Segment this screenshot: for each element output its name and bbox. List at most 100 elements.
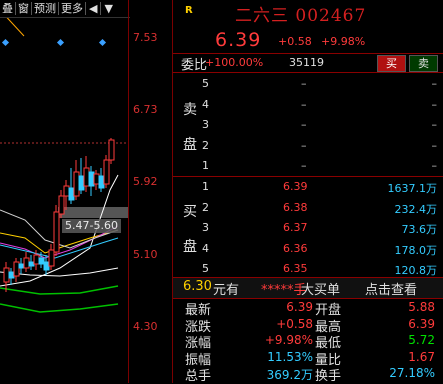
order-price: – (301, 118, 307, 131)
ask-row[interactable]: 4 – – (173, 95, 443, 115)
forecast-button[interactable]: 预测 (32, 0, 58, 17)
ratio-value: +100.00% (205, 56, 264, 69)
order-volume: 1637.1万 (387, 182, 438, 195)
ask-row[interactable]: 1 – – (173, 156, 443, 176)
candle-body (28, 261, 35, 267)
stat-label: 总手 (185, 369, 212, 384)
candle-body (98, 175, 105, 189)
ma120-line (0, 285, 119, 295)
candle-body (43, 261, 50, 271)
stat-value: 369.2万 (266, 368, 313, 382)
view-big-orders-link[interactable]: 点击查看 (365, 279, 417, 298)
bid-row[interactable]: 1 6.39 1637.1万 (173, 177, 443, 197)
price-tick: 6.73 (133, 103, 158, 116)
order-price: 6.35 (283, 262, 308, 275)
stats-row: 涨幅 +9.98% 最低 5.72 (173, 332, 443, 351)
play-left-icon[interactable]: ◀ (86, 0, 100, 17)
last-price: 6.39 (215, 29, 262, 51)
price-change-pct: +9.98% (321, 35, 366, 48)
ask-row[interactable]: 5 – – (173, 74, 443, 94)
big-order-bar[interactable]: 6.30 元有 *****手 大买单 点击查看 (173, 278, 443, 298)
buy-button[interactable]: 买 (377, 55, 406, 72)
candle-body (8, 271, 15, 279)
candle-body (93, 173, 100, 185)
order-price: – (301, 138, 307, 152)
kline-chart-pane[interactable]: 叠 窗 预测 更多 ◀ ▼ 7.53 6.73 5.92 5.10 4.30 5… (0, 0, 172, 383)
order-price: – (301, 97, 307, 111)
stat-value: 6.39 (408, 316, 435, 331)
ask-row[interactable]: 2 – – (173, 136, 443, 156)
stats-row: 振幅 11.53% 量比 1.67 (173, 349, 443, 368)
order-volume: 232.4万 (394, 202, 438, 216)
candle-body (58, 195, 65, 215)
divider (173, 72, 443, 73)
stat-value: 27.18% (389, 366, 435, 380)
candle-body (63, 185, 70, 197)
order-level: 4 (202, 97, 209, 111)
big-order-volume: *****手 (261, 283, 307, 298)
order-level: 5 (202, 77, 209, 90)
range-box (58, 207, 128, 218)
quote-panel: R 二六三 002467 6.39 +0.58 +9.98% 委比 +100.0… (173, 0, 443, 384)
order-volume: 178.0万 (394, 243, 438, 257)
order-level: 3 (202, 118, 209, 131)
order-volume: – (431, 138, 438, 152)
stock-name-code[interactable]: 二六三 002467 (235, 1, 366, 26)
candle-body (68, 187, 75, 201)
order-price: – (301, 77, 307, 90)
stats-row: 涨跌 +0.58 最高 6.39 (173, 316, 443, 335)
bid-row[interactable]: 4 6.36 178.0万 (173, 239, 443, 259)
candle-body (13, 261, 20, 277)
stat-label: 换手 (315, 369, 342, 384)
price-tick: 5.10 (133, 248, 158, 261)
overlay-button[interactable]: 叠 (0, 0, 15, 17)
candle-body (38, 257, 45, 265)
order-price: 6.36 (283, 241, 308, 255)
order-volume: – (431, 77, 438, 90)
stat-value: 11.53% (267, 349, 313, 364)
stat-value: 1.67 (408, 349, 435, 364)
candle-body (33, 254, 40, 265)
big-order-label: 大买单 (301, 283, 341, 298)
order-volume: – (431, 118, 438, 131)
order-level: 4 (202, 241, 209, 255)
stats-row: 最新 6.39 开盘 5.88 (173, 299, 443, 318)
candle-body (108, 139, 115, 161)
order-level: 2 (202, 138, 209, 152)
stat-value: +9.98% (264, 333, 313, 347)
candle-body (73, 171, 80, 197)
ratio-diff: 35119 (289, 56, 324, 69)
ask-row[interactable]: 3 – – (173, 115, 443, 135)
order-price: 6.38 (283, 200, 308, 214)
big-order-unit: 元有 (213, 283, 240, 298)
candle-body (103, 159, 110, 185)
candle-body (78, 175, 85, 191)
bid-row[interactable]: 3 6.37 73.6万 (173, 218, 443, 238)
price-change: +0.58 (278, 35, 312, 48)
big-order-price: 6.30 (183, 279, 212, 294)
candle-body (48, 249, 55, 267)
margin-badge: R (185, 5, 193, 16)
bid-row[interactable]: 2 6.38 232.4万 (173, 198, 443, 218)
chart-axis-line (128, 0, 129, 383)
order-level: 5 (202, 262, 209, 275)
price-range-label: 5.47-5.60 (62, 219, 121, 233)
candle-body (88, 171, 95, 187)
order-volume: 73.6万 (401, 223, 438, 236)
sell-button[interactable]: 卖 (409, 55, 438, 72)
order-volume: – (431, 159, 438, 172)
bid-row[interactable]: 5 6.35 120.8万 (173, 259, 443, 279)
price-tick: 4.30 (133, 320, 158, 333)
candle-body (18, 263, 25, 269)
chart-toolbar: 叠 窗 预测 更多 ◀ ▼ (0, 0, 130, 18)
order-price: – (301, 159, 307, 172)
order-level: 1 (202, 159, 209, 172)
window-button[interactable]: 窗 (16, 0, 31, 17)
more-button[interactable]: 更多 (59, 0, 85, 17)
stat-value: 5.88 (408, 300, 435, 314)
menu-down-icon[interactable]: ▼ (101, 0, 115, 17)
candle-body (53, 211, 60, 253)
ratio-label: 委比 (181, 58, 208, 73)
order-price: 6.37 (283, 221, 308, 234)
order-level: 3 (202, 221, 209, 234)
